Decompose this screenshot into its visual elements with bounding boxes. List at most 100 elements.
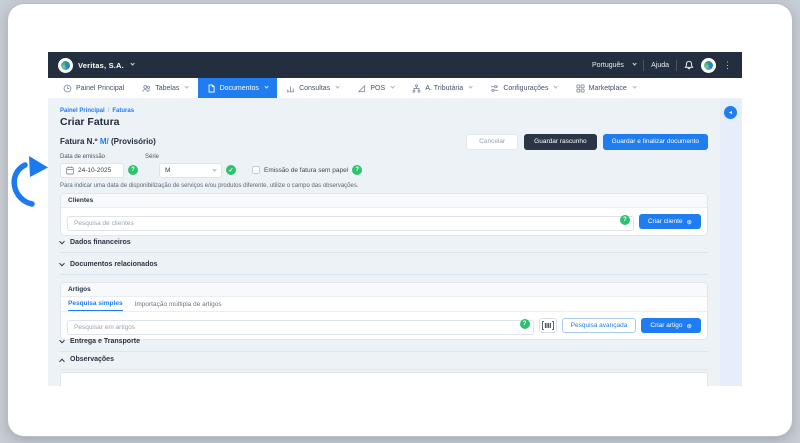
divider (643, 60, 644, 71)
barcode-icon (542, 321, 554, 330)
company-menu[interactable]: Veritas, S.A. (58, 58, 134, 73)
help-badge-icon[interactable]: ? (352, 165, 362, 175)
series-label: Série (145, 154, 159, 160)
dashboard-icon (63, 84, 72, 93)
articles-tabs: Pesquisa simples Importação múltipla de … (61, 297, 707, 312)
divider (676, 60, 677, 71)
menu-item-painel-principal[interactable]: Painel Principal (54, 78, 133, 98)
menu-item-label: Painel Principal (76, 85, 124, 92)
paperless-label: Emissão de fatura sem papel (264, 167, 348, 174)
paperless-checkbox[interactable] (252, 166, 260, 174)
document-icon (207, 84, 216, 93)
menu-item-label: Consultas (299, 85, 330, 92)
help-badge-icon[interactable]: ? (520, 319, 530, 329)
menu-item-documentos[interactable]: Documentos (198, 78, 277, 98)
advanced-search-button[interactable]: Pesquisa avançada (562, 318, 637, 333)
page-body: ◂ Painel Principal / Faturas Criar Fatur… (48, 99, 742, 386)
chevron-down-icon (391, 85, 396, 90)
chevron-down-icon (59, 238, 65, 244)
menu-item-label: A. Tributária (425, 85, 463, 92)
chevron-down-icon (632, 62, 637, 67)
observations-textarea[interactable] (60, 372, 708, 386)
section-label: Documentos relacionados (70, 261, 158, 268)
issue-date-field[interactable]: 24-10-2025 (60, 163, 124, 178)
menu-item-label: Documentos (220, 85, 259, 92)
menu-item-consultas[interactable]: Consultas (277, 78, 348, 98)
users-icon (142, 84, 151, 93)
plus-circle-icon: ⊕ (687, 218, 692, 226)
sliders-icon (490, 84, 499, 93)
tab-importacao-multipla[interactable]: Importação múltipla de artigos (135, 301, 222, 311)
menu-item-label: Configurações (503, 85, 548, 92)
menu-item-label: POS (370, 85, 385, 92)
menu-item-configuracoes[interactable]: Configurações (481, 78, 566, 98)
section-observacoes[interactable]: Observações (60, 356, 708, 370)
company-name: Veritas, S.A. (78, 61, 124, 70)
bar-chart-icon (286, 84, 295, 93)
chevron-down-icon (336, 85, 341, 90)
tab-pesquisa-simples[interactable]: Pesquisa simples (68, 300, 123, 311)
menu-item-tabelas[interactable]: Tabelas (133, 78, 197, 98)
chevron-down-icon (212, 167, 217, 172)
help-link[interactable]: Ajuda (651, 62, 669, 69)
chevron-down-icon (59, 337, 65, 343)
menu-item-label: Tabelas (155, 85, 179, 92)
user-avatar[interactable] (701, 58, 716, 73)
section-entrega-transporte[interactable]: Entrega e Transporte (60, 338, 708, 352)
articles-card: Artigos Pesquisa simples Importação múlt… (60, 282, 708, 340)
client-search-input[interactable] (67, 216, 634, 231)
barcode-scan-button[interactable] (539, 318, 557, 333)
top-navbar: Veritas, S.A. Português Ajuda ⋮ (48, 52, 742, 78)
helper-text: Para indicar uma data de disponibilizaçã… (60, 183, 359, 189)
plus-circle-icon: ⊕ (687, 322, 692, 330)
language-selector[interactable]: Português (592, 62, 624, 69)
section-dados-financeiros[interactable]: Dados financeiros (60, 239, 708, 253)
issue-date-label: Data de emissão (60, 154, 105, 160)
set-square-icon (357, 84, 366, 93)
chevron-down-icon (264, 85, 269, 90)
app-window: Veritas, S.A. Português Ajuda ⋮ Painel P… (8, 4, 792, 436)
clients-card: Clientes ? Criar cliente ⊕ (60, 193, 708, 236)
save-finalize-button[interactable]: Guardar e finalizar documento (603, 134, 708, 150)
section-label: Entrega e Transporte (70, 338, 140, 345)
side-panel-strip (720, 99, 742, 386)
chevron-down-icon (185, 85, 190, 90)
menu-item-marketplace[interactable]: Marketplace (567, 78, 645, 98)
series-select[interactable]: M (159, 163, 222, 178)
create-client-button[interactable]: Criar cliente ⊕ (639, 214, 701, 229)
chevron-down-icon (468, 85, 473, 90)
chevron-down-icon (130, 62, 135, 67)
help-badge-icon[interactable]: ? (128, 165, 138, 175)
breadcrumb-painel-principal[interactable]: Painel Principal (60, 108, 105, 114)
kebab-menu-icon[interactable]: ⋮ (723, 61, 732, 70)
chevron-down-icon (554, 85, 559, 90)
breadcrumb-faturas[interactable]: Faturas (112, 108, 134, 114)
create-article-button[interactable]: Criar artigo ⊕ (641, 318, 701, 333)
menu-item-label: Marketplace (589, 85, 627, 92)
panel-collapse-button[interactable]: ◂ (724, 106, 737, 119)
clients-card-title: Clientes (61, 194, 707, 208)
breadcrumb-separator: / (108, 108, 110, 114)
invoice-status: (Provisório) (111, 137, 156, 146)
hierarchy-icon (412, 84, 421, 93)
section-label: Dados financeiros (70, 239, 131, 246)
article-search-input[interactable] (67, 320, 534, 335)
chevron-down-icon (632, 85, 637, 90)
menu-item-pos[interactable]: POS (348, 78, 403, 98)
invoice-prefix: Fatura N.º (60, 137, 98, 146)
chevron-down-icon (59, 260, 65, 266)
help-badge-icon[interactable]: ? (620, 215, 630, 225)
valid-badge-icon: ✓ (226, 165, 236, 175)
grid-icon (576, 84, 585, 93)
articles-card-title: Artigos (61, 283, 707, 297)
section-documentos-relacionados[interactable]: Documentos relacionados (60, 261, 708, 275)
calendar-icon (66, 166, 74, 175)
bell-icon[interactable] (684, 60, 694, 70)
save-draft-button[interactable]: Guardar rascunho (524, 134, 596, 150)
page-title: Criar Fatura (60, 116, 120, 128)
create-client-label: Criar cliente (648, 218, 683, 225)
menu-item-a-tributaria[interactable]: A. Tributária (403, 78, 481, 98)
cancel-button[interactable]: Cancelar (466, 134, 518, 150)
invoice-subtitle: Fatura N.º M/ (Provisório) (60, 137, 156, 146)
section-label: Observações (70, 356, 114, 363)
